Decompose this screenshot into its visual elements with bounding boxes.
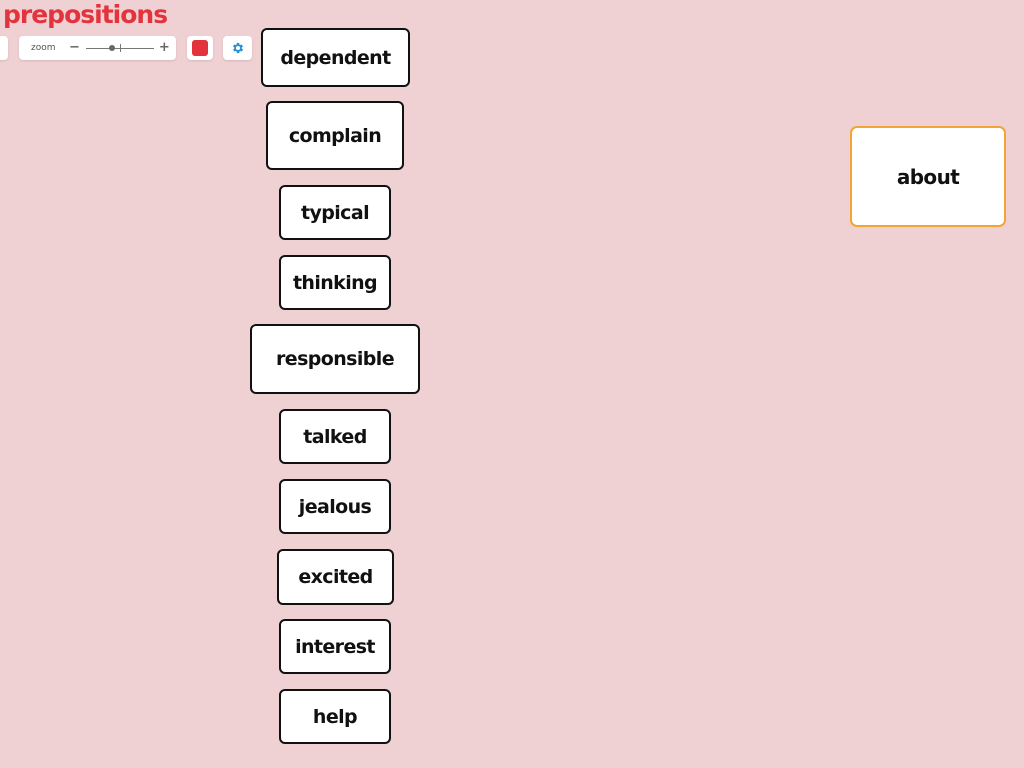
- word-card[interactable]: jealous: [279, 479, 391, 534]
- zoom-label: zoom: [31, 43, 56, 53]
- toolbar-left-button[interactable]: [0, 36, 8, 60]
- gear-icon: [232, 42, 243, 54]
- zoom-slider-handle[interactable]: [108, 45, 115, 51]
- settings-button[interactable]: [223, 36, 252, 60]
- word-card[interactable]: thinking: [279, 255, 391, 310]
- zoom-slider[interactable]: [85, 36, 154, 60]
- color-picker-button[interactable]: [187, 36, 213, 60]
- word-card[interactable]: responsible: [250, 324, 420, 394]
- word-card[interactable]: typical: [279, 185, 391, 240]
- word-card[interactable]: help: [279, 689, 391, 744]
- word-card[interactable]: interest: [279, 619, 391, 674]
- zoom-out-button[interactable]: −: [69, 36, 80, 60]
- word-card[interactable]: talked: [279, 409, 391, 464]
- zoom-control: zoom − +: [19, 36, 176, 60]
- word-card[interactable]: dependent: [261, 28, 410, 87]
- word-card[interactable]: complain: [266, 101, 404, 170]
- zoom-slider-center-tick: [119, 44, 121, 52]
- zoom-in-button[interactable]: +: [159, 36, 170, 60]
- word-card[interactable]: excited: [277, 549, 394, 605]
- color-swatch: [192, 40, 208, 56]
- app-title: prepositions: [3, 0, 168, 29]
- target-word-card[interactable]: about: [850, 126, 1006, 227]
